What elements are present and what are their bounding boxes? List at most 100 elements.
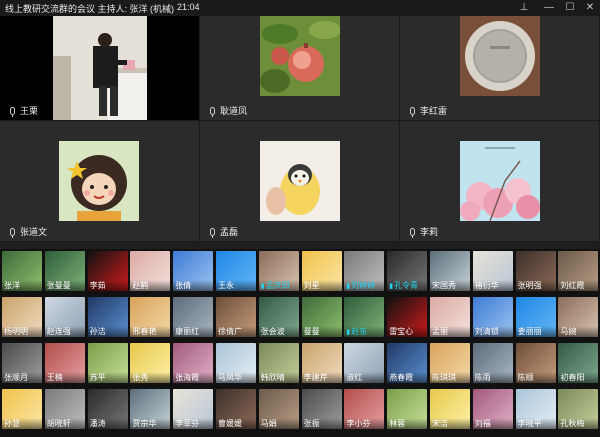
participant-thumbnail[interactable]: 邢春艳 <box>130 297 171 337</box>
participant-thumbnail[interactable]: 初春阳 <box>558 343 599 383</box>
participant-thumbnail-name: 孙慧 <box>2 418 42 429</box>
participant-thumbnail[interactable]: 赵连强 <box>44 297 85 337</box>
participant-thumbnail[interactable]: 刘星 <box>301 251 342 291</box>
participant-thumbnail-name: 苏平 <box>87 372 128 383</box>
avatar <box>59 141 139 221</box>
blossom-image <box>460 141 540 221</box>
participant-thumbnail-name: 刘清锁 <box>472 326 513 337</box>
participant-thumbnail[interactable]: 曹媛媛 <box>216 389 256 429</box>
plate-image <box>460 16 540 96</box>
participant-thumbnail-name: 赵鹤 <box>130 280 171 291</box>
microphone-icon <box>410 227 415 238</box>
participant-thumbnail[interactable]: 李建芹 <box>301 343 342 383</box>
meeting-title: 线上教研交流群的会议 主持人: 张洋 (机械) <box>5 4 174 14</box>
participant-thumbnail[interactable]: 苏平 <box>87 343 128 383</box>
participant-thumbnail[interactable]: 孔秋梅 <box>558 389 599 429</box>
participant-thumbnail[interactable]: 马凤华 <box>216 343 256 383</box>
participant-thumbnail[interactable]: 姜丽丽 <box>515 297 556 337</box>
video-tile[interactable]: 李红雷 <box>400 0 600 121</box>
participant-thumbnail[interactable]: 李小芬 <box>344 389 385 429</box>
participant-thumbnail[interactable]: 徐倩广 <box>216 297 256 337</box>
participant-thumbnail[interactable]: 张曼曼 <box>44 251 85 291</box>
participant-thumbnail-name: 胡晓轩 <box>44 418 85 429</box>
participant-thumbnail[interactable]: 孔令青 <box>387 251 428 291</box>
participant-thumbnail[interactable]: 孟庆田 <box>258 251 299 291</box>
participant-thumbnail-name: 孔令青 <box>387 280 428 291</box>
participant-thumbnail[interactable]: 雷宝心 <box>387 297 428 337</box>
participant-thumbnail[interactable]: 胡晓轩 <box>44 389 85 429</box>
participant-thumbnail[interactable]: 孙洁 <box>87 297 128 337</box>
participant-thumbnail[interactable]: 张海霞 <box>173 343 214 383</box>
participant-thumbnail-name: 潘涛 <box>87 418 128 429</box>
participant-thumbnail[interactable]: 张振 <box>301 389 342 429</box>
participant-thumbnail[interactable]: 孟丽 <box>430 297 470 337</box>
participant-thumbnail[interactable]: 陈琪琪 <box>430 343 470 383</box>
participant-thumbnail[interactable]: 孙慧 <box>2 389 42 429</box>
pin-icon[interactable]: ⊥ <box>513 0 535 16</box>
participant-thumbnail[interactable]: 宋国秀 <box>430 251 470 291</box>
participant-thumbnail[interactable]: 陈雨 <box>472 343 513 383</box>
window-title-bar: 线上教研交流群的会议 主持人: 张洋 (机械) 21:04 ⊥ — ☐ ✕ <box>0 0 600 16</box>
microphone-icon <box>210 227 215 238</box>
participant-thumbnail[interactable]: 燕春霞 <box>387 343 428 383</box>
participant-thumbnail-name: 杨明明 <box>2 326 42 337</box>
participant-thumbnail[interactable]: 刘清锁 <box>472 297 513 337</box>
participant-thumbnail-name: 姜丽丽 <box>515 326 556 337</box>
video-tile[interactable]: 张道文 <box>0 121 200 242</box>
participant-thumbnail[interactable]: 张倩 <box>173 251 214 291</box>
participant-thumbnail-name: 陈雨 <box>472 372 513 383</box>
avatar <box>260 141 340 221</box>
participant-thumbnail[interactable]: 张洋 <box>2 251 42 291</box>
video-tile[interactable]: 孟磊 <box>200 121 400 242</box>
participant-thumbnail[interactable]: 贾宗华 <box>130 389 171 429</box>
participant-thumbnail-name: 李晓平 <box>515 418 556 429</box>
participant-thumbnail[interactable]: 马婉 <box>558 297 599 337</box>
video-tile[interactable]: 李莉 <box>400 121 600 242</box>
participant-thumbnail-name: 赵东 <box>344 326 385 337</box>
close-button[interactable]: ✕ <box>579 0 600 16</box>
microphone-icon <box>10 106 15 117</box>
participant-thumbnail[interactable]: 马娟 <box>258 389 299 429</box>
video-tile[interactable]: 王栗 <box>0 0 200 121</box>
participant-thumbnail[interactable]: 张顺月 <box>2 343 42 383</box>
participant-thumbnail[interactable]: 曼曼 <box>301 297 342 337</box>
participant-thumbnail-name: 曹媛媛 <box>216 418 256 429</box>
minimize-button[interactable]: — <box>538 0 560 16</box>
participant-thumbnail[interactable]: 王永 <box>216 251 256 291</box>
participant-thumbnail[interactable]: 李茹 <box>87 251 128 291</box>
participant-thumbnail[interactable]: 韩欣晴 <box>258 343 299 383</box>
participant-thumbnail-name: 邢春艳 <box>130 326 171 337</box>
participant-thumbnail[interactable]: 褚衍华 <box>472 251 513 291</box>
participant-thumbnail-name: 张倩 <box>173 280 214 291</box>
participant-thumbnail[interactable]: 康丽红 <box>173 297 214 337</box>
participant-thumbnail[interactable]: 张秀 <box>130 343 171 383</box>
participant-thumbnail[interactable]: 陈顺 <box>515 343 556 383</box>
participant-thumbnail[interactable]: 赵鹤 <box>130 251 171 291</box>
maximize-button[interactable]: ☐ <box>559 0 581 16</box>
video-tile[interactable]: 耿道凤 <box>200 0 400 121</box>
participant-thumbnail[interactable]: 李晓平 <box>515 389 556 429</box>
participant-thumbnail[interactable]: 杨明明 <box>2 297 42 337</box>
participant-thumbnail[interactable]: 王楠 <box>44 343 85 383</box>
participant-thumbnail[interactable]: 潘涛 <box>87 389 128 429</box>
participant-name-label: 李莉 <box>410 225 438 238</box>
participant-thumbnail[interactable]: 淑红 <box>344 343 385 383</box>
participant-thumbnail[interactable]: 宋洁 <box>430 389 470 429</box>
participant-thumbnail[interactable]: 李菲芬 <box>173 389 214 429</box>
cartoon-girl-image <box>59 141 139 221</box>
participant-thumbnail-name: 张秀 <box>130 372 171 383</box>
participant-thumbnail[interactable]: 张明强 <box>515 251 556 291</box>
participant-thumbnail[interactable]: 林蓉 <box>387 389 428 429</box>
participant-thumbnail[interactable]: 张会波 <box>258 297 299 337</box>
participant-name-label: 耿道凤 <box>210 104 247 117</box>
participant-thumbnail[interactable]: 刘福 <box>472 389 513 429</box>
participant-thumbnail[interactable]: 刘婷婷 <box>344 251 385 291</box>
participant-thumbnail[interactable]: 赵东 <box>344 297 385 337</box>
participant-thumbnail-name: 孟丽 <box>430 326 470 337</box>
participant-thumbnail[interactable]: 刘红霞 <box>558 251 599 291</box>
participant-thumbnail-name: 贾宗华 <box>130 418 171 429</box>
pomegranate-image <box>260 16 340 96</box>
participant-thumbnail-name: 曼曼 <box>301 326 342 337</box>
participant-thumbnail-name: 赵连强 <box>44 326 85 337</box>
participant-thumbnail-name: 刘星 <box>301 280 342 291</box>
